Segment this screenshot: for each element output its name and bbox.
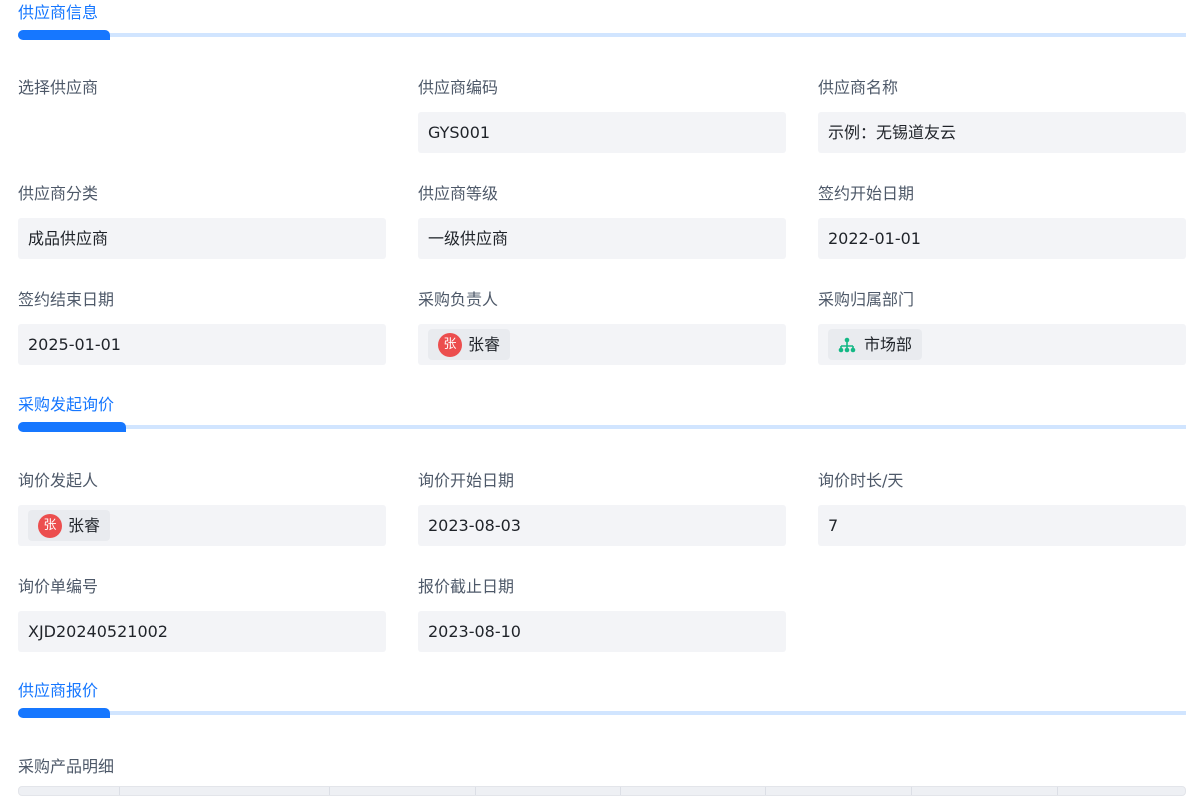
product-detail-table-header <box>18 786 1186 796</box>
purchase-owner-field: 采购负责人张张睿 <box>418 288 786 365</box>
field-label: 供应商等级 <box>418 184 499 203</box>
supplier-category-value: 成品供应商 <box>18 218 386 259</box>
inquiry-start-value: 2023-08-03 <box>418 505 786 546</box>
supplier-code-value: GYS001 <box>418 112 786 153</box>
section-title: 采购发起询价 <box>18 395 115 414</box>
dept-name: 市场部 <box>864 335 913 354</box>
supplier-level-value: 一级供应商 <box>418 218 786 259</box>
contract-end-field: 签约结束日期 2025-01-01 <box>18 288 386 365</box>
quote-deadline-field: 报价截止日期 2023-08-10 <box>418 575 786 652</box>
inquiry-duration-value: 7 <box>818 505 1186 546</box>
field-label: 供应商名称 <box>818 78 899 97</box>
field-label: 报价截止日期 <box>418 577 515 596</box>
section-divider <box>18 30 1186 40</box>
inquiry-start-field: 询价开始日期 2023-08-03 <box>418 469 786 546</box>
field-label: 询价发起人 <box>18 471 99 490</box>
section-divider <box>18 422 1186 432</box>
section-supplier-info: 供应商信息 <box>18 0 1186 40</box>
contract-end-value: 2025-01-01 <box>18 324 386 365</box>
field-label: 询价时长/天 <box>818 471 904 490</box>
supplier-code-field: 供应商编码 GYS001 <box>418 76 786 153</box>
inquiry-initiator-field: 询价发起人张张睿 <box>18 469 386 546</box>
inquiry-number-field: 询价单编号 XJD20240521002 <box>18 575 386 652</box>
org-chart-icon <box>838 337 856 352</box>
field-label: 签约开始日期 <box>818 184 915 203</box>
field-label: 询价单编号 <box>18 577 99 596</box>
quote-deadline-value: 2023-08-10 <box>418 611 786 652</box>
inquiry-number-value: XJD20240521002 <box>18 611 386 652</box>
avatar: 张 <box>38 513 62 538</box>
field-label: 供应商分类 <box>18 184 99 203</box>
section-divider <box>18 708 1186 718</box>
field-label: 选择供应商 <box>18 78 99 97</box>
supplier-category-field: 供应商分类成品供应商 <box>18 182 386 259</box>
user-name: 张睿 <box>468 335 501 354</box>
section-title: 供应商信息 <box>18 3 99 22</box>
user-tag: 张张睿 <box>428 329 511 360</box>
contract-start-field: 签约开始日期 2022-01-01 <box>818 182 1186 259</box>
supplier-level-field: 供应商等级一级供应商 <box>418 182 786 259</box>
inquiry-duration-field: 询价时长/天 7 <box>818 469 1186 546</box>
field-label: 询价开始日期 <box>418 471 515 490</box>
purchase-dept-field: 采购归属部门市场部 <box>818 288 1186 365</box>
user-tag: 张张睿 <box>28 510 111 541</box>
dept-tag: 市场部 <box>828 329 923 360</box>
section-title: 供应商报价 <box>18 681 99 700</box>
user-name: 张睿 <box>68 516 101 535</box>
avatar: 张 <box>438 332 462 357</box>
product-detail-label: 采购产品明细 <box>18 757 115 776</box>
supplier-name-value: 示例：无锡道友云 <box>818 112 1186 153</box>
field-label: 采购归属部门 <box>818 290 915 309</box>
field-label: 签约结束日期 <box>18 290 115 309</box>
section-inquiry: 采购发起询价 <box>18 392 1186 432</box>
field-label: 供应商编码 <box>418 78 499 97</box>
section-supplier-quote: 供应商报价 <box>18 678 1186 718</box>
contract-start-value: 2022-01-01 <box>818 218 1186 259</box>
field-label: 采购负责人 <box>418 290 499 309</box>
supplier-name-field: 供应商名称示例：无锡道友云 <box>818 76 1186 153</box>
select-supplier-field[interactable]: 选择供应商 <box>18 76 386 100</box>
